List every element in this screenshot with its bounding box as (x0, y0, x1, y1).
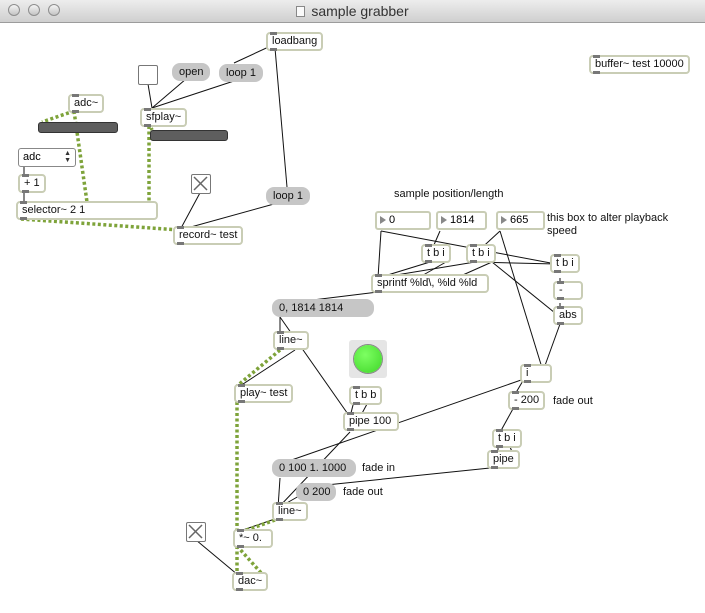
buffer-object[interactable]: buffer~ test 10000 (589, 55, 690, 74)
cord (499, 230, 544, 372)
trigger-bb-object[interactable]: t b b (349, 386, 383, 405)
loadbang-object[interactable]: loadbang (266, 32, 324, 51)
trigger-bi-object-4[interactable]: t b i (492, 429, 522, 448)
line-object-1[interactable]: line~ (273, 331, 309, 350)
loop-1-message-mid[interactable]: loop 1 (266, 187, 310, 205)
plus-one-object[interactable]: + 1 (18, 174, 46, 193)
signal-cord (235, 348, 282, 388)
number-box-length[interactable]: 1814 (436, 211, 487, 230)
line-object-2[interactable]: line~ (272, 502, 308, 521)
cord (179, 190, 202, 231)
up-down-arrows-icon: ▲ ▼ (64, 150, 71, 164)
dac-object[interactable]: dac~ (232, 572, 269, 591)
dac-toggle[interactable] (186, 522, 206, 542)
number-triangle-icon (501, 216, 507, 224)
number-value: 0 (389, 214, 396, 226)
fade-in-comment: fade in (362, 462, 396, 474)
number-box-speed[interactable]: 665 (496, 211, 545, 230)
patcher-canvas[interactable]: loadbang open loop 1 buffer~ test 10000 … (0, 22, 705, 613)
source-menu-value: adc (23, 151, 41, 163)
toggle-x-icon (193, 176, 208, 191)
pipe-object[interactable]: pipe (487, 450, 520, 469)
sample-position-comment: sample position/length (394, 188, 504, 200)
minus-object[interactable]: - (553, 281, 583, 300)
cord (147, 83, 153, 109)
selector-object[interactable]: selector~ 2 1 (16, 201, 158, 220)
window-title-area: sample grabber (0, 0, 705, 22)
cord (195, 539, 239, 576)
bang-button[interactable] (138, 65, 158, 85)
led-lamp-icon (354, 345, 382, 373)
fade-out-message[interactable]: 0 200 (296, 483, 336, 501)
trigger-bi-object-3[interactable]: t b i (550, 254, 580, 273)
multiply-object[interactable]: *~ 0. (233, 529, 273, 548)
number-value: 1814 (450, 214, 475, 226)
cord (239, 349, 296, 387)
trigger-bi-object-1[interactable]: t b i (421, 244, 451, 263)
window-title: sample grabber (311, 3, 409, 19)
number-value: 665 (510, 214, 529, 226)
number-triangle-icon (441, 216, 447, 224)
pipe-100-object[interactable]: pipe 100 (343, 412, 399, 431)
record-object[interactable]: record~ test (173, 226, 244, 245)
open-message[interactable]: open (172, 63, 211, 81)
title-bar: sample grabber (0, 0, 705, 23)
document-icon (296, 6, 306, 17)
toggle-x-icon (188, 524, 203, 539)
fade-in-message[interactable]: 0 100 1. 1000 (272, 459, 356, 477)
signal-cord (41, 109, 75, 124)
signal-cord (20, 217, 181, 232)
cord (274, 47, 288, 188)
fade-out-comment-1: fade out (553, 395, 593, 407)
int-object[interactable]: i (520, 364, 552, 383)
sfplay-object[interactable]: sfplay~ (140, 108, 188, 127)
sfplay-meter (150, 130, 228, 141)
list-message[interactable]: 0, 1814 1814 (272, 299, 374, 317)
adc-object[interactable]: adc~ (68, 94, 105, 113)
fade-out-comment-2: fade out (343, 486, 383, 498)
play-object[interactable]: play~ test (234, 384, 294, 403)
sprintf-object[interactable]: sprintf %ld\, %ld %ld (371, 274, 489, 293)
record-toggle[interactable] (191, 174, 211, 194)
adc-meter (38, 122, 118, 133)
alter-speed-comment: this box to alter playback speed (547, 212, 669, 237)
number-triangle-icon (380, 216, 386, 224)
number-box-position[interactable]: 0 (375, 211, 431, 230)
cord (377, 230, 382, 279)
source-umenu[interactable]: adc ▲ ▼ (18, 148, 76, 167)
signal-cord (235, 544, 265, 577)
abs-object[interactable]: abs (553, 306, 583, 325)
minus-200-object[interactable]: - 200 (508, 391, 546, 410)
cord (151, 78, 241, 109)
loop-1-message-top[interactable]: loop 1 (219, 64, 263, 82)
patch-cords (20, 43, 561, 577)
green-led[interactable] (349, 340, 387, 378)
trigger-bi-object-2[interactable]: t b i (466, 244, 496, 263)
